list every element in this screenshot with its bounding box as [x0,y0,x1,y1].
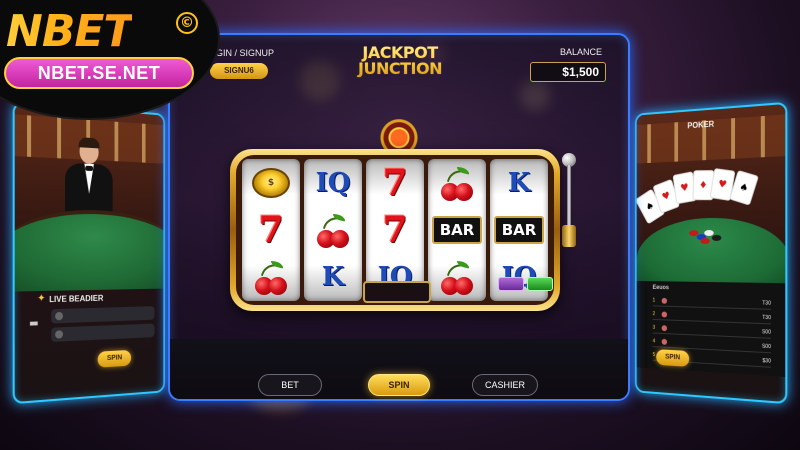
poker-chip [711,234,722,241]
spin-button[interactable]: SPIN [368,374,430,396]
reel-symbol-k: K [507,167,531,198]
reel-2: IQ K [304,159,362,301]
cherry-icon [311,212,355,248]
reel-symbol-seven: 7 [382,161,408,204]
copyright-icon: © [176,12,198,34]
dealer-option-row[interactable] [51,306,155,324]
slot-lever[interactable] [562,153,576,253]
cherry-icon [435,259,479,296]
cherry-icon [435,165,479,201]
dealer-option-row[interactable] [51,323,155,342]
brand-logo-text[interactable]: NBET [6,6,133,57]
live-dealer-title: LIVE BEADIER [49,293,104,305]
game-title-line2: JUNCTION [358,59,442,78]
coin-tray [363,281,431,303]
reel-4: BAR [428,159,486,301]
balance-value: $1,500 [530,62,606,82]
bulb-icon: ✦ [37,292,46,305]
reel-symbol-seven: 7 [382,208,408,251]
poker-spin-button[interactable]: SPIN [656,349,690,367]
reel-symbol-bar: BAR [432,210,482,250]
live-dealer-spin-button[interactable]: SPIN [97,349,132,368]
reel-symbol-bar: BAR [494,210,544,250]
blackjack-table [12,207,166,292]
poker-panel[interactable]: POKER ♠ ♥ ♥ ♦ ♥ ♠ Eeuos 1 T30 2 T30 3 S00 4… [634,101,788,405]
balance-label: BALANCE [560,47,603,57]
poker-chip [700,237,710,245]
cherry-icon [249,259,293,296]
slot-game-window: GIN / SIGNUP SIGNU6 JACKPOT JUNCTION BAL… [168,33,630,401]
reel-1: $ 7 [242,159,300,301]
brand-url-pill[interactable]: NBET.SE.NET [4,57,194,89]
login-signup-link[interactable]: GIN / SIGNUP [216,48,274,58]
leaderboard-row[interactable]: 1 T30 [652,294,771,310]
leaderboard-title: Eeuos [652,285,669,292]
live-dealer-panel[interactable]: ✦ LIVE BEADIER ▬ SPIN [12,101,166,405]
reel-symbol-cherry [246,257,296,297]
reel-symbol-coin: $ [246,163,296,203]
cashier-button[interactable]: CASHIER [472,374,538,396]
reel-symbol-cherry [432,257,482,297]
bet-minus-button[interactable] [498,277,524,291]
reel-symbol-iq: IQ [315,167,351,198]
poker-title: POKER [687,119,715,131]
reel-symbol-cherry [308,210,358,250]
card-icon: ▬ [29,317,39,330]
slot-crown-ornament [373,119,425,153]
bet-button[interactable]: BET [258,374,322,396]
signup-button[interactable]: SIGNU6 [210,63,268,79]
reel-symbol-seven: 7 [258,208,284,251]
coin-icon: $ [252,167,290,198]
bet-plus-button[interactable] [527,277,553,291]
game-title: JACKPOT JUNCTION [350,45,450,77]
reel-3: 7 7 IQ [366,159,424,301]
reel-symbol-k: K [321,262,345,293]
reel-symbol-cherry [432,163,482,203]
